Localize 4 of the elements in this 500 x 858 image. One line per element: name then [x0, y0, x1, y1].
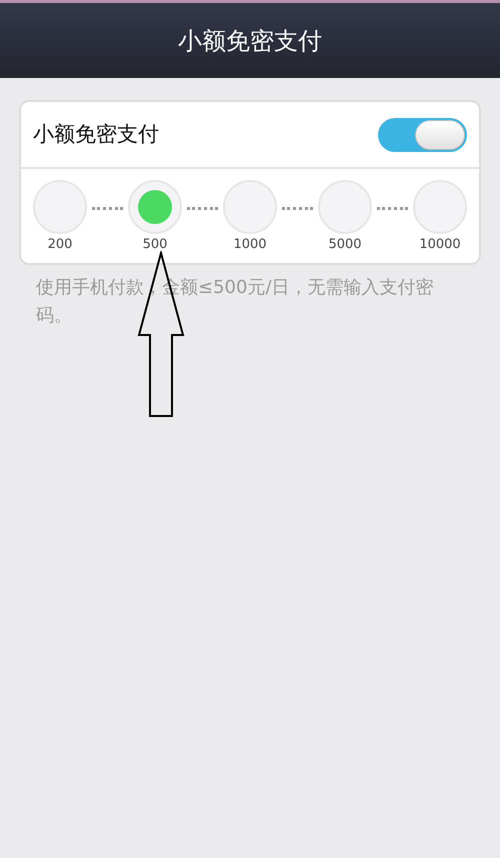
page-title: 小额免密支付	[178, 26, 322, 56]
toggle-switch[interactable]	[378, 118, 467, 152]
toggle-knob	[415, 120, 465, 150]
setting-label: 小额免密支付	[33, 120, 159, 148]
